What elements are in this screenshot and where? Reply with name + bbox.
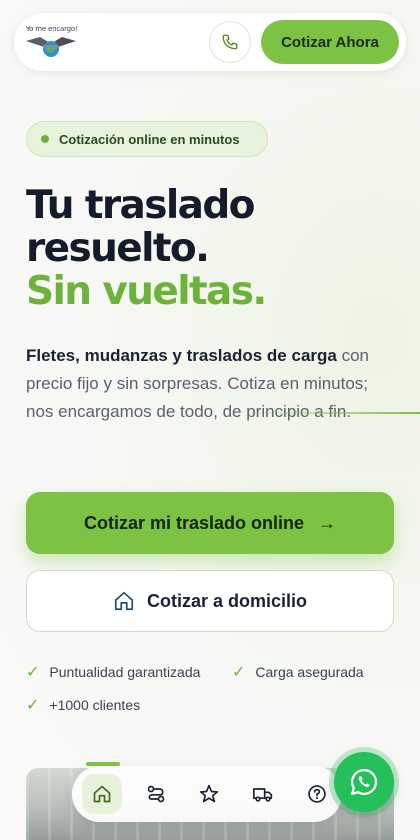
nav-help[interactable]	[297, 774, 337, 814]
hero-title-accent: Sin vueltas.	[26, 269, 267, 314]
route-icon	[147, 785, 165, 803]
whatsapp-button[interactable]	[334, 752, 394, 812]
phone-icon	[222, 34, 238, 50]
arrow-right-icon: →	[318, 512, 337, 533]
nav-services[interactable]	[243, 774, 283, 814]
quote-online-label: Cotizar mi traslado online	[83, 512, 305, 533]
bottom-navigation	[72, 762, 342, 822]
truck-icon	[252, 788, 273, 802]
hero-title-line1: Tu traslado	[26, 183, 255, 228]
house-icon	[114, 591, 134, 611]
check-icon: ✓	[26, 697, 40, 714]
nav-routes[interactable]	[136, 774, 176, 814]
check-icon: ✓	[26, 664, 40, 681]
feature-label: +1000 clientes	[49, 697, 141, 713]
whatsapp-icon	[351, 768, 378, 795]
quote-now-button[interactable]: Cotizar Ahora	[261, 20, 399, 64]
feature-label: Puntualidad garantizada	[49, 664, 201, 680]
desc-highlight: Fletes, mudanzas y traslados de carga	[26, 346, 337, 365]
call-button[interactable]	[209, 21, 251, 63]
nav-active-indicator	[86, 762, 120, 766]
feature-item: ✓ Carga asegurada	[232, 662, 364, 682]
decorative-line	[236, 412, 420, 414]
help-icon	[308, 785, 326, 803]
feature-item: ✓ +1000 clientes	[26, 695, 140, 715]
hero-badge: Cotización online en minutos	[26, 121, 268, 157]
home-icon	[93, 785, 111, 803]
badge-label: Cotización online en minutos	[59, 131, 240, 147]
status-dot-icon	[41, 135, 49, 143]
quote-home-button[interactable]: Cotizar a domicilio	[26, 570, 394, 632]
check-icon: ✓	[232, 664, 246, 681]
nav-reviews[interactable]	[189, 774, 229, 814]
hero-title: Tu traslado resuelto. Sin vueltas.	[26, 184, 406, 313]
feature-item: ✓ Puntualidad garantizada	[26, 662, 200, 682]
quote-home-label: Cotizar a domicilio	[146, 590, 308, 611]
feature-label: Carga asegurada	[255, 664, 364, 680]
top-bar: Yo me encargo! Cotizar Ahora	[14, 13, 406, 71]
quote-online-button[interactable]: Cotizar mi traslado online →	[26, 492, 394, 554]
hero-title-line2: resuelto.	[26, 226, 210, 271]
handshake-icon	[26, 37, 76, 57]
nav-home[interactable]	[82, 774, 122, 814]
brand-logo[interactable]: Yo me encargo!	[24, 25, 78, 59]
star-icon	[199, 784, 219, 803]
